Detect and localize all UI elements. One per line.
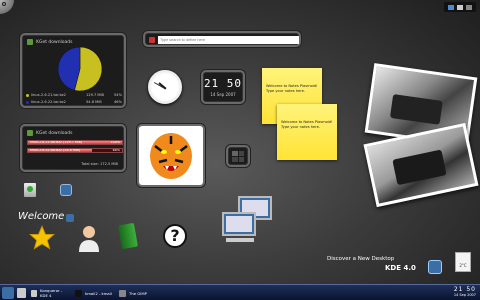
top-tray <box>444 2 476 12</box>
kde-icon[interactable] <box>60 184 72 196</box>
weather-widget[interactable]: 2°C <box>455 252 471 272</box>
task-icon <box>75 289 82 297</box>
welcome-label: Welcome <box>18 211 65 222</box>
book-icon[interactable] <box>118 222 138 250</box>
tiger-image <box>139 126 203 185</box>
pager-desktop[interactable] <box>238 151 244 156</box>
kget-pie-widget: KGet downloads linux-2.6.21.tar.bz2 129.… <box>20 33 126 108</box>
install-icon[interactable] <box>24 183 36 197</box>
taskbar-clock[interactable]: 21 50 14 Sep 2007 <box>454 286 476 297</box>
taskbar-clock-time: 21 50 <box>453 286 476 293</box>
pager-desktop[interactable] <box>238 157 244 162</box>
kget-icon <box>27 130 33 136</box>
tiger-picture-frame[interactable] <box>137 124 205 187</box>
show-desktop-button[interactable] <box>17 288 26 298</box>
taskbar: Konqueror - KDE 4 kmail2 - kmail The GIM… <box>0 284 480 300</box>
digital-clock[interactable]: 21 50 14 Sep 2007 <box>201 70 245 104</box>
toolbox-icon <box>2 2 6 6</box>
task-button[interactable]: Konqueror - KDE 4 <box>28 287 70 299</box>
photo-frame[interactable] <box>363 122 479 208</box>
analog-clock[interactable] <box>148 70 182 104</box>
help-icon[interactable]: ? <box>163 224 187 248</box>
search-input[interactable] <box>158 36 299 44</box>
kget-bar-title: KGet downloads <box>36 130 73 136</box>
star-icon[interactable] <box>28 224 56 252</box>
pager-desktop[interactable] <box>232 151 238 156</box>
kget-icon <box>27 39 33 45</box>
download-progress-bar: linux-2.6.21.tar.bz2 (129.7 MiB) 100% <box>27 140 123 145</box>
task-icon <box>31 289 38 297</box>
weather-temp: 2°C <box>459 263 467 268</box>
legend-swatch <box>26 100 29 104</box>
kget-pie-title: KGet downloads <box>36 39 73 45</box>
photo-image <box>389 94 443 125</box>
network-computers-icon[interactable] <box>220 192 276 250</box>
digital-clock-time: 21 50 <box>203 77 243 90</box>
sticky-note[interactable]: Welcome to Notes Plasmoid! Type your not… <box>277 104 337 160</box>
dictionary-icon <box>149 37 155 43</box>
legend-swatch <box>26 93 29 97</box>
pie-chart <box>57 46 103 92</box>
network-icon[interactable] <box>448 4 454 10</box>
device-icon[interactable] <box>466 4 472 10</box>
digital-clock-date: 14 Sep 2007 <box>210 92 236 97</box>
task-icon <box>119 289 126 297</box>
pie-legend-row: linux-2.6.22.tar.bz2 54.8 MiB 46% <box>26 100 124 104</box>
kde-logo-icon[interactable] <box>428 260 442 274</box>
pie-legend-row: linux-2.6.21.tar.bz2 129.7 MiB 54% <box>26 93 124 97</box>
note-text: Welcome to Notes Plasmoid! Type your not… <box>281 120 333 129</box>
task-button[interactable]: The GIMP <box>116 287 158 299</box>
task-button[interactable]: kmail2 - kmail <box>72 287 114 299</box>
pager-desktop[interactable] <box>232 157 238 162</box>
download-progress-bar: linux-2.6.22.tar.bz2 (54.8 MiB) 68% <box>27 148 123 153</box>
display-icon[interactable] <box>457 4 463 10</box>
kget-bar-widget: KGet downloads linux-2.6.21.tar.bz2 (129… <box>20 124 126 172</box>
desktop-toolbox-button[interactable] <box>0 0 14 14</box>
taskbar-clock-date: 14 Sep 2007 <box>453 293 476 297</box>
photo-image <box>392 149 447 186</box>
kmenu-button[interactable] <box>2 287 14 299</box>
user-icon[interactable] <box>78 224 100 252</box>
pager-widget[interactable] <box>226 145 250 167</box>
note-text: Welcome to Notes Plasmoid! Type your not… <box>266 84 318 93</box>
kde-small-icon[interactable] <box>66 214 74 222</box>
total-size: Total size: 172.5 MiB <box>81 162 118 166</box>
dictionary-widget <box>143 31 301 47</box>
kde-promo-tagline: Discover a New Desktop <box>327 256 395 262</box>
kde-promo-version: KDE 4.0 <box>385 264 416 272</box>
